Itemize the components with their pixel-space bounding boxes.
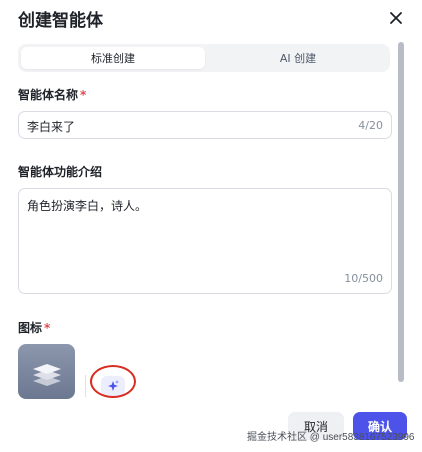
scrollbar-track[interactable] <box>398 42 404 382</box>
icon-label: 图标 * <box>18 319 50 336</box>
tab-standard-create[interactable]: 标准创建 <box>21 47 205 69</box>
agent-name-input[interactable]: 李白来了 4/20 <box>18 111 392 139</box>
close-button[interactable] <box>386 8 406 28</box>
agent-description-value: 角色扮演李白，诗人。 <box>27 199 148 213</box>
required-mark: * <box>44 321 51 335</box>
scrollbar-thumb[interactable] <box>398 42 404 382</box>
agent-name-label-text: 智能体名称 <box>18 88 79 102</box>
agent-name-label: 智能体名称 * <box>18 86 86 103</box>
dialog-title: 创建智能体 <box>18 11 103 31</box>
agent-name-char-count: 4/20 <box>358 119 383 132</box>
required-mark: * <box>80 88 87 102</box>
agent-description-textarea[interactable]: 角色扮演李白，诗人。 10/500 <box>18 188 392 294</box>
watermark-text: 掘金技术社区 @ user5838167523996 <box>247 432 415 443</box>
agent-description-label: 智能体功能介绍 <box>18 163 102 180</box>
create-agent-dialog: 创建智能体 标准创建 AI 创建 智能体名称 * 李白来了 4/20 智能体功能介… <box>0 0 422 452</box>
close-icon <box>390 12 402 24</box>
agent-icon-preview[interactable] <box>18 344 75 399</box>
agent-description-char-count: 10/500 <box>344 272 383 285</box>
icon-divider <box>85 375 86 397</box>
tab-ai-create[interactable]: AI 创建 <box>206 47 390 69</box>
layers-icon <box>32 363 61 386</box>
highlight-annotation-circle <box>90 365 136 398</box>
agent-name-value: 李白来了 <box>27 120 76 134</box>
dialog-header: 创建智能体 <box>0 0 422 36</box>
icon-label-text: 图标 <box>18 321 43 335</box>
agent-description-label-text: 智能体功能介绍 <box>18 165 103 179</box>
create-mode-tabs: 标准创建 AI 创建 <box>18 44 390 72</box>
